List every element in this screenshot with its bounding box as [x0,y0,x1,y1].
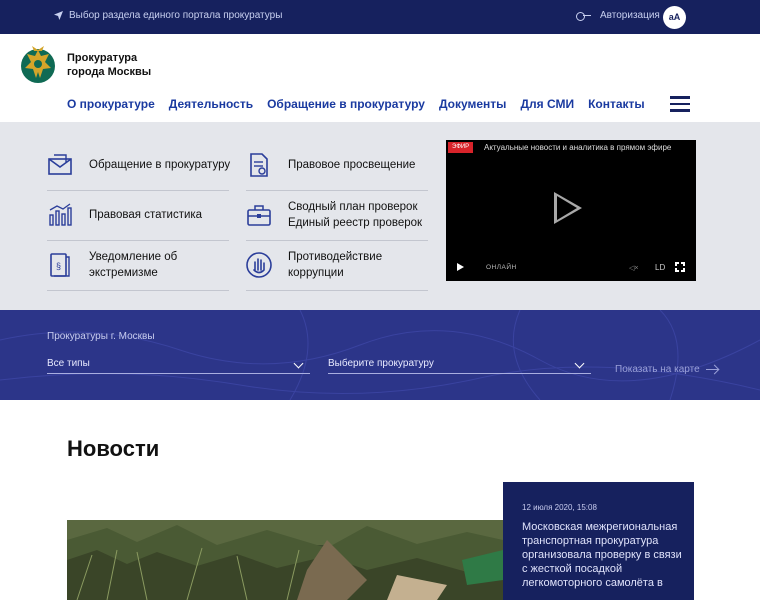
divider [47,240,229,241]
service-statistics-label: Правовая статистика [89,209,203,221]
service-statistics[interactable]: Правовая статистика [47,202,202,228]
menu-icon[interactable] [670,96,690,112]
svg-text:§: § [56,261,61,271]
play-icon[interactable] [554,192,582,224]
divider [47,190,229,191]
nav-item-media[interactable]: Для СМИ [520,97,574,111]
document-icon [250,153,268,177]
service-legal-education[interactable]: Правовое просвещение [246,152,415,178]
prosecutor-map-search: Прокуратуры г. Москвы Все типы Выберите … [0,310,760,400]
hand-stop-icon [246,252,272,278]
briefcase-icon [247,205,271,226]
news-date: 12 июля 2020, 15:08 [522,503,597,512]
nav-item-appeal[interactable]: Обращение в прокуратуру [267,97,425,111]
portal-selector-label: Выбор раздела единого портала прокуратур… [69,10,283,21]
org-name[interactable]: Прокуратура города Москвы [67,51,157,79]
main-nav: О прокуратуре Деятельность Обращение в п… [67,97,645,111]
live-video-player[interactable]: ЭФИР Актуальные новости и аналитика в пр… [446,140,696,281]
news-text: Московская межрегиональная транспортная … [522,521,682,589]
show-on-map-label: Показать на карте [615,364,700,375]
bar-chart-icon [49,203,72,226]
divider [246,190,428,191]
chevron-down-icon [293,358,304,369]
key-icon [576,11,592,21]
divider [246,240,428,241]
office-select-value: Выберите прокуратуру [328,358,434,369]
header: Прокуратура города Москвы О прокуратуре … [0,34,760,122]
nav-item-about[interactable]: О прокуратуре [67,97,155,111]
divider [246,290,428,291]
quality-button[interactable]: LD [655,263,665,272]
nav-item-contacts[interactable]: Контакты [588,97,645,111]
service-inspection-plan[interactable]: Сводный план проверок Единый реестр пров… [246,201,422,229]
control-play-icon[interactable] [457,263,464,271]
envelope-icon [48,154,72,175]
book-icon: § [50,253,70,277]
service-extremism-notice-label: Уведомление об экстремизме [89,251,178,279]
font-size-button[interactable]: aA [663,6,686,29]
auth-link[interactable]: Авторизация [576,10,660,21]
news-card[interactable]: 12 июля 2020, 15:08 Московская межрегион… [503,482,694,600]
arrow-right-icon [705,368,718,371]
top-bar: Выбор раздела единого портала прокуратур… [0,0,760,34]
service-anticorruption[interactable]: Противодействие коррупции [246,251,382,279]
news-photo[interactable] [67,520,503,600]
emblem-logo[interactable] [18,42,58,86]
service-anticorruption-label: Противодействие коррупции [288,251,383,279]
service-inspection-plan-label: Сводный план проверок Единый реестр пров… [288,201,423,229]
service-appeal[interactable]: Обращение в прокуратуру [47,152,230,178]
chevron-down-icon [574,358,585,369]
news-heading: Новости [67,436,160,461]
type-select-value: Все типы [47,358,90,369]
online-label: ОНЛАЙН [486,264,517,271]
nav-item-activity[interactable]: Деятельность [169,97,253,111]
show-on-map-button[interactable]: Показать на карте [615,364,718,375]
service-legal-education-label: Правовое просвещение [288,159,416,171]
auth-label: Авторизация [600,10,660,21]
nav-item-documents[interactable]: Документы [439,97,506,111]
divider [47,290,229,291]
volume-icon[interactable]: ◁× [629,264,638,272]
map-background [0,310,760,400]
live-badge: ЭФИР [448,142,474,153]
service-extremism-notice[interactable]: § Уведомление об экстремизме [47,251,177,279]
type-select[interactable]: Все типы [47,358,310,374]
video-title: Актуальные новости и аналитика в прямом … [484,143,672,152]
office-select[interactable]: Выберите прокуратуру [328,358,591,374]
service-appeal-label: Обращение в прокуратуру [89,159,231,171]
portal-selector-link[interactable]: Выбор раздела единого портала прокуратур… [54,10,282,21]
fullscreen-icon[interactable] [674,261,686,273]
map-section-title: Прокуратуры г. Москвы [47,331,155,342]
location-arrow-icon [54,11,63,20]
